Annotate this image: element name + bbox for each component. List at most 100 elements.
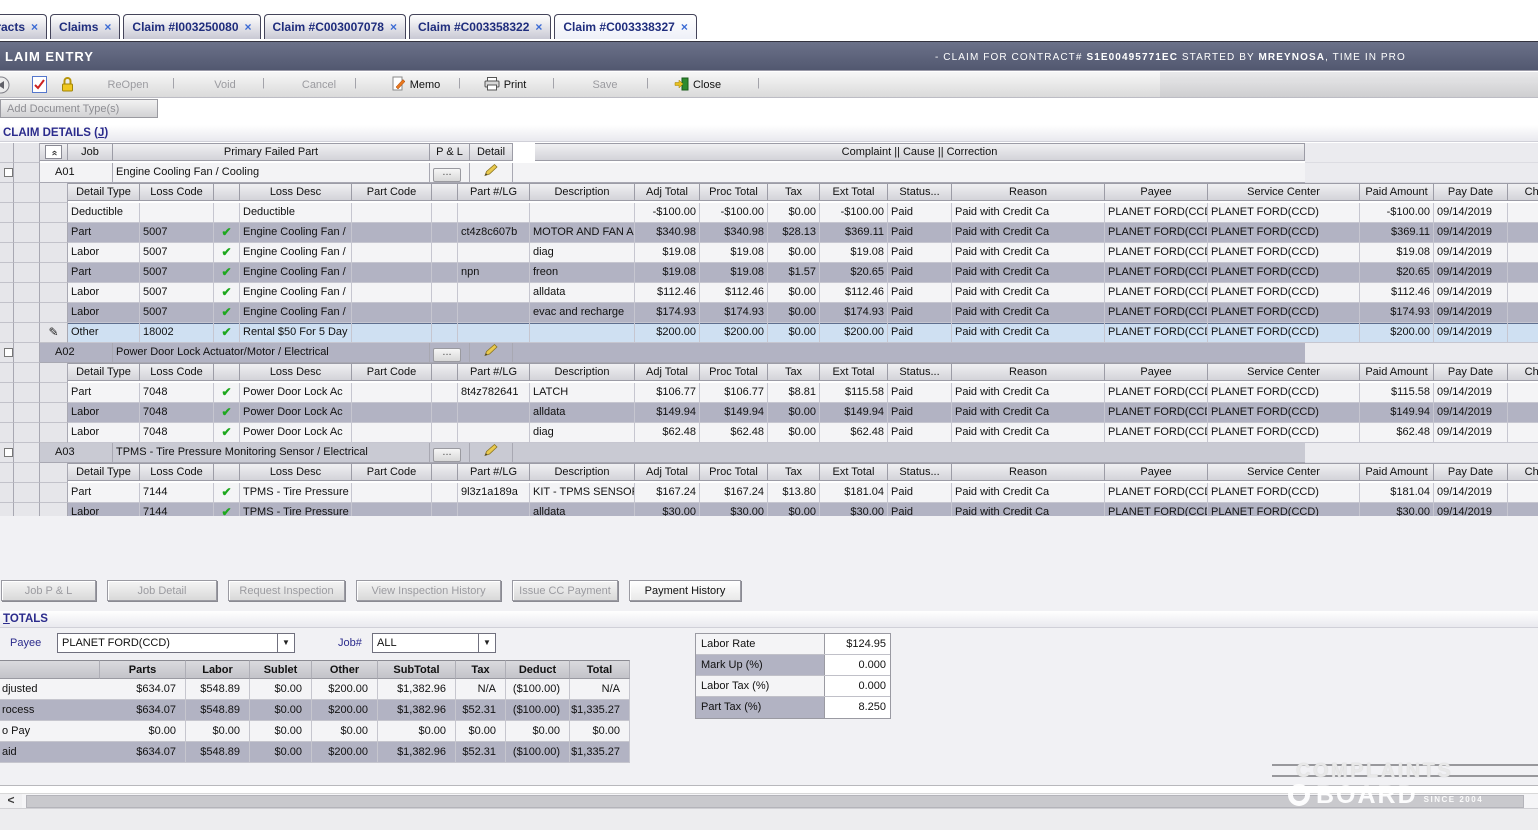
watermark-logo-icon <box>1288 784 1310 806</box>
pl-ellipsis-button[interactable]: ... <box>433 448 461 462</box>
cell-proc_total: $62.48 <box>700 423 768 443</box>
tab-claim-c003007078[interactable]: Claim #C003007078× <box>264 14 406 39</box>
detail-header-pay_date: Pay Date <box>1434 363 1508 381</box>
detail-header-adj_total: Adj Total <box>635 363 700 381</box>
expand-box-icon[interactable] <box>4 348 13 357</box>
memo-icon <box>392 76 406 94</box>
detail-header-adj_total: Adj Total <box>635 183 700 201</box>
detail-row[interactable]: Labor7048✔Power Door Lock Acdiag$62.48$6… <box>0 423 1538 443</box>
pl-ellipsis-button[interactable]: ... <box>433 348 461 362</box>
cell-adj_total: $200.00 <box>635 323 700 343</box>
memo-menu-item[interactable]: Memo <box>378 76 454 94</box>
row-gutter <box>0 403 14 423</box>
job-dropdown-arrow-icon[interactable]: ▼ <box>478 634 495 652</box>
detail-row[interactable]: Part5007✔Engine Cooling Fan /npnfreon$19… <box>0 263 1538 283</box>
menu-separator: | <box>458 77 461 89</box>
totals-row-label: o Pay <box>0 721 100 742</box>
cell-paid_amount: $115.58 <box>1360 383 1434 403</box>
menu-item-label: Close <box>693 79 721 91</box>
job-column-header: Job <box>68 143 113 161</box>
cell-loss_code: 7048 <box>140 403 214 423</box>
detail-row[interactable]: Part7144✔TPMS - Tire Pressure9l3z1a189aK… <box>0 483 1538 503</box>
detail-row[interactable]: Labor5007✔Engine Cooling Fan /diag$19.08… <box>0 243 1538 263</box>
payee-dropdown-arrow-icon[interactable]: ▼ <box>277 634 294 652</box>
detail-row[interactable]: Part5007✔Engine Cooling Fan /ct4z8c607bM… <box>0 223 1538 243</box>
cell-status: Paid <box>888 263 952 283</box>
expand-box-icon[interactable] <box>4 448 13 457</box>
header-filler <box>1305 143 1538 163</box>
row-gutter <box>14 383 40 403</box>
claim-entry-screen: ntracts×Claims×Claim #I003250080×Claim #… <box>0 0 1538 830</box>
cell-adj_total: $149.94 <box>635 403 700 423</box>
scroll-left-arrow[interactable]: < <box>0 794 22 809</box>
edit-pencil-icon[interactable] <box>483 163 499 177</box>
cell-part_lg: 9l3z1a189a <box>458 483 530 503</box>
payee-select[interactable]: PLANET FORD(CCD) ▼ <box>57 633 295 653</box>
row-edit-marker <box>40 263 68 283</box>
lock-icon[interactable] <box>60 76 75 96</box>
job-row-a01[interactable]: A01Engine Cooling Fan / Cooling... <box>0 163 1538 183</box>
totals-value: ($100.00) <box>506 742 570 763</box>
tab-claim-c003358322[interactable]: Claim #C003358322× <box>409 14 551 39</box>
empty-cell <box>1508 243 1538 263</box>
cell-service_center: PLANET FORD(CCD) <box>1208 483 1360 503</box>
print-menu-item[interactable]: Print <box>470 76 540 94</box>
edit-pencil-icon[interactable] <box>483 443 499 457</box>
detail-row[interactable]: Part7048✔Power Door Lock Ac8t4z782641LAT… <box>0 383 1538 403</box>
collapse-all-button[interactable]: « <box>45 145 62 159</box>
tab-close-icon[interactable]: × <box>390 20 397 34</box>
cell-ext_total: $369.11 <box>820 223 888 243</box>
tab-close-icon[interactable]: × <box>245 20 252 34</box>
totals-value: $52.31 <box>456 742 506 763</box>
detail-header-ext_total: Ext Total <box>820 183 888 201</box>
cell-paid_amount: $174.93 <box>1360 303 1434 323</box>
check-cell: ✔ <box>214 423 240 443</box>
cell-tax: $0.00 <box>768 303 820 323</box>
detail-row[interactable]: Labor5007✔Engine Cooling Fan /alldata$11… <box>0 283 1538 303</box>
cell-description: diag <box>530 423 635 443</box>
pl-ellipsis-button[interactable]: ... <box>433 168 461 182</box>
add-document-type-button[interactable]: Add Document Type(s) <box>0 99 158 118</box>
cell-adj_total: $19.08 <box>635 243 700 263</box>
detail-row[interactable]: Labor7048✔Power Door Lock Acalldata$149.… <box>0 403 1538 423</box>
row-gutter <box>0 423 14 443</box>
tab-claim-c003338327[interactable]: Claim #C003338327× <box>554 14 696 39</box>
detail-header-pay_date: Pay Date <box>1434 463 1508 481</box>
job-number-select[interactable]: ALL ▼ <box>372 633 496 653</box>
cell-reason: Paid with Credit Ca <box>952 283 1105 303</box>
row-edit-marker <box>40 243 68 263</box>
checklist-icon[interactable] <box>32 76 47 96</box>
totals-header-deduct: Deduct <box>506 660 570 679</box>
row-edit-marker <box>40 303 68 323</box>
totals-value: $1,382.96 <box>378 679 456 700</box>
row-gutter <box>0 203 14 223</box>
job-row-a03[interactable]: A03TPMS - Tire Pressure Monitoring Senso… <box>0 443 1538 463</box>
edit-pencil-icon[interactable] <box>483 343 499 357</box>
tab-close-icon[interactable]: × <box>681 20 688 34</box>
claim-details-grid: «JobPrimary Failed PartP & LDetailCompla… <box>0 143 1538 523</box>
tab-ntracts[interactable]: ntracts× <box>0 14 47 39</box>
refresh-icon[interactable] <box>0 76 10 97</box>
tab-claim-i003250080[interactable]: Claim #I003250080× <box>123 14 260 39</box>
empty-cell <box>432 223 458 243</box>
cell-ext_total: $115.58 <box>820 383 888 403</box>
tab-close-icon[interactable]: × <box>104 20 111 34</box>
cell-reason: Paid with Credit Ca <box>952 423 1105 443</box>
tab-close-icon[interactable]: × <box>31 20 38 34</box>
detail-row[interactable]: ✎Other18002✔Rental $50 For 5 Day$200.00$… <box>0 323 1538 343</box>
tab-close-icon[interactable]: × <box>535 20 542 34</box>
detail-row[interactable]: DeductibleDeductible-$100.00-$100.00$0.0… <box>0 203 1538 223</box>
detail-header-part_code: Part Code <box>352 463 432 481</box>
expand-box-icon[interactable] <box>4 168 13 177</box>
close-menu-item[interactable]: Close <box>658 76 736 94</box>
cell-service_center: PLANET FORD(CCD) <box>1208 283 1360 303</box>
tab-claims[interactable]: Claims× <box>50 14 120 39</box>
job-row-a02[interactable]: A02Power Door Lock Actuator/Motor / Elec… <box>0 343 1538 363</box>
payment-history-button[interactable]: Payment History <box>629 580 741 601</box>
grid-column-header-row: «JobPrimary Failed PartP & LDetailCompla… <box>0 143 1538 163</box>
detail-row[interactable]: Labor5007✔Engine Cooling Fan /evac and r… <box>0 303 1538 323</box>
cell-payee: PLANET FORD(CCD) <box>1105 423 1208 443</box>
claim-for-contract-text: - CLAIM FOR CONTRACT# <box>935 52 1086 63</box>
job-row-band <box>513 343 1305 363</box>
totals-value: $1,382.96 <box>378 742 456 763</box>
